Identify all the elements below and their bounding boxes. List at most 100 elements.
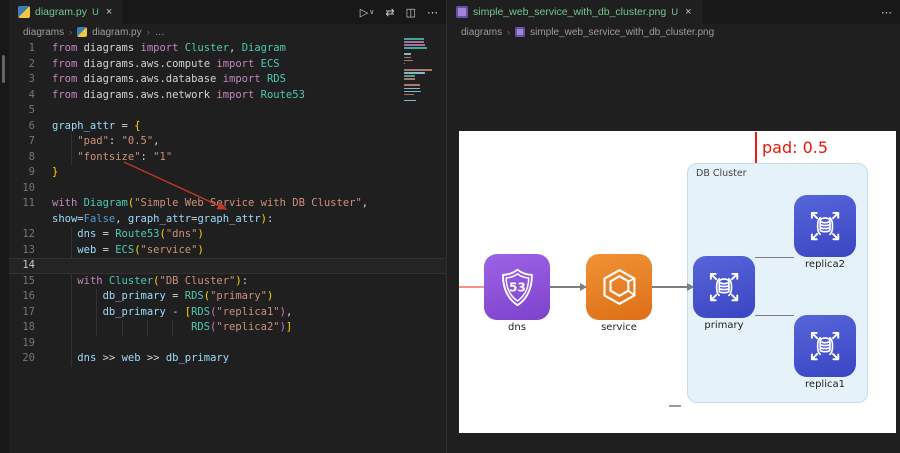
chevron-right-icon: › [69, 27, 73, 37]
breadcrumb-tail[interactable]: … [155, 27, 165, 38]
rds-node-replica2: replica2 [794, 195, 856, 270]
more-actions-icon[interactable]: ⋯ [427, 6, 438, 19]
code-line[interactable]: 9} [9, 165, 446, 181]
line-number: 3 [28, 73, 35, 85]
code-text: with Cluster("DB Cluster"): [77, 274, 249, 287]
indent-guide [70, 149, 72, 165]
ecs-node-service: service [586, 254, 652, 333]
rds-node-replica1: replica1 [794, 315, 856, 390]
code-line[interactable]: 3 from diagrams.aws.database import RDS [9, 72, 446, 88]
breadcrumb-folder[interactable]: diagrams [23, 27, 64, 38]
code-line[interactable]: 16 db_primary = RDS("primary") [9, 289, 446, 305]
code-text: from diagrams import Cluster, Diagram [52, 42, 286, 54]
line-number: 2 [28, 57, 35, 70]
code-line[interactable]: show=False, graph_attr=graph_attr): [9, 212, 446, 228]
rds-icon [810, 331, 840, 361]
edge-service-primary [652, 283, 694, 292]
code-editor[interactable]: 1 from diagrams import Cluster, Diagram 2 f… [9, 41, 446, 453]
line-number: 19 [22, 336, 35, 349]
ecs-icon [602, 268, 636, 305]
rds-icon [810, 211, 840, 241]
node-label: replica1 [805, 379, 845, 390]
code-line[interactable]: 4 from diagrams.aws.network import Route5… [9, 88, 446, 104]
code-line[interactable]: 12 dns = Route53("dns") [9, 227, 446, 243]
untracked-badge: U [671, 6, 679, 18]
tab-label: simple_web_service_with_db_cluster.png [473, 6, 667, 18]
split-editor-icon[interactable]: ◫ [406, 6, 416, 19]
code-editor-pane: diagram.py U × ▷ ∨ ⇄ ◫ ⋯ diagrams › diagr… [0, 0, 446, 453]
rds-icon [709, 272, 739, 302]
run-python-button[interactable]: ▷ ∨ [360, 6, 375, 19]
breadcrumb: diagrams › simple_web_service_with_db_cl… [447, 24, 900, 40]
code-text: graph_attr = { [52, 119, 141, 132]
open-changes-icon[interactable]: ⇄ [385, 6, 394, 19]
run-dropdown-icon[interactable]: ∨ [369, 8, 374, 16]
indent-guide [70, 335, 72, 351]
code-text: "pad": "0.5", [77, 135, 160, 147]
image-preview-pane: simple_web_service_with_db_cluster.png U… [446, 0, 900, 453]
left-tab-bar: diagram.py U × ▷ ∨ ⇄ ◫ ⋯ [9, 0, 446, 24]
code-line[interactable]: 14 [9, 258, 446, 274]
indent-guide [70, 304, 72, 320]
pad-annotation-line-top [755, 132, 757, 163]
diagram-image: pad: 0.5 DB Cluster 53 dns service primary re… [459, 131, 896, 433]
untracked-badge: U [91, 6, 99, 18]
indent-guide [70, 320, 72, 336]
line-number: 14 [22, 259, 35, 271]
indent-guide [96, 289, 98, 305]
cluster-label: DB Cluster [696, 168, 747, 179]
indent-guide [70, 289, 72, 305]
more-actions-icon[interactable]: ⋯ [881, 6, 892, 19]
code-line[interactable]: 5 [9, 103, 446, 119]
code-line[interactable]: 18 RDS("replica2")] [9, 320, 446, 336]
breadcrumb: diagrams › diagram.py › … [9, 24, 446, 40]
breadcrumb-file[interactable]: simple_web_service_with_db_cluster.png [530, 27, 714, 38]
code-line[interactable]: 13 web = ECS("service") [9, 242, 446, 258]
code-text: from diagrams.aws.network import Route53 [52, 88, 305, 101]
route53-icon: 53 [501, 268, 533, 306]
tab-diagram-png[interactable]: simple_web_service_with_db_cluster.png U… [447, 0, 702, 24]
code-line[interactable]: 6 graph_attr = { [9, 119, 446, 135]
code-text: dns >> web >> db_primary [77, 352, 230, 364]
line-number: 6 [28, 119, 35, 132]
pad-annotation-line-left [459, 286, 484, 288]
node-label: dns [508, 322, 526, 333]
indent-guide [70, 351, 72, 367]
close-tab-icon[interactable]: × [685, 6, 691, 18]
code-text: dns = Route53("dns") [77, 228, 204, 240]
line-number: 13 [22, 243, 35, 256]
code-text: db_primary - [RDS("replica1"), [102, 305, 293, 318]
tab-diagram-py[interactable]: diagram.py U × [9, 0, 123, 24]
breadcrumb-folder[interactable]: diagrams [461, 27, 502, 38]
right-tab-bar: simple_web_service_with_db_cluster.png U… [447, 0, 900, 24]
rds-node-primary: primary [693, 256, 755, 331]
line-number: 10 [22, 181, 35, 194]
tab-label: diagram.py [35, 6, 87, 18]
close-tab-icon[interactable]: × [106, 6, 112, 18]
activity-strip [0, 0, 9, 453]
indent-guide [146, 320, 148, 336]
code-line[interactable]: 19 [9, 335, 446, 351]
code-line[interactable]: 15 with Cluster("DB Cluster"): [9, 273, 446, 289]
code-line[interactable]: 2 from diagrams.aws.compute import ECS [9, 57, 446, 73]
line-number: 11 [22, 197, 35, 209]
code-line[interactable]: 8 "fontsize": "1" [9, 149, 446, 165]
indent-guide [70, 227, 72, 243]
code-line[interactable]: 7 "pad": "0.5", [9, 134, 446, 150]
indent-guide [96, 304, 98, 320]
breadcrumb-file[interactable]: diagram.py [92, 27, 141, 38]
node-label: service [601, 322, 637, 333]
code-line[interactable]: 17 db_primary - [RDS("replica1"), [9, 304, 446, 320]
indent-guide [172, 320, 174, 336]
minimap[interactable] [404, 38, 434, 103]
python-file-icon [18, 6, 30, 18]
code-line[interactable]: 10 [9, 181, 446, 197]
scroll-indicator[interactable] [2, 55, 5, 83]
code-line[interactable]: 20 dns >> web >> db_primary [9, 351, 446, 367]
code-line[interactable]: 11 with Diagram("Simple Web Service with … [9, 196, 446, 212]
code-line[interactable]: 1 from diagrams import Cluster, Diagram [9, 41, 446, 57]
editor-actions: ⋯ [881, 0, 892, 24]
code-text: "fontsize": "1" [77, 150, 173, 163]
code-text: from diagrams.aws.compute import ECS [52, 57, 280, 70]
